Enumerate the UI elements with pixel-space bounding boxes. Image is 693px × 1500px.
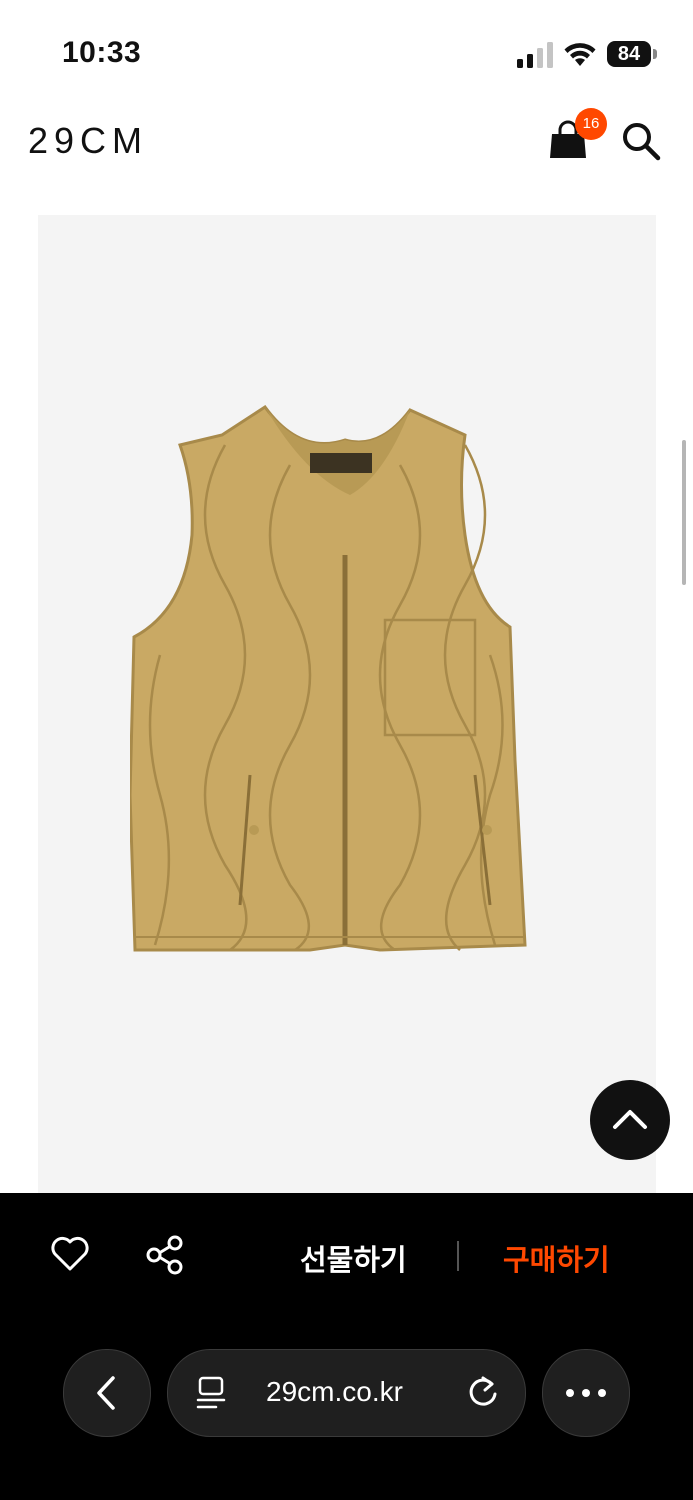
action-divider	[457, 1241, 459, 1271]
battery-level: 84	[607, 41, 651, 67]
scroll-to-top-icon	[613, 1110, 647, 1129]
browser-url-bar[interactable]: 29cm.co.kr	[167, 1349, 526, 1437]
battery-tip	[653, 49, 657, 59]
browser-more-button[interactable]	[542, 1349, 630, 1437]
quilted-vest-image	[130, 405, 527, 952]
search-icon[interactable]	[620, 120, 662, 162]
battery-icon: 84	[607, 41, 657, 67]
gift-button[interactable]: 선물하기	[300, 1237, 407, 1279]
signal-icon	[517, 42, 553, 68]
status-time: 10:33	[62, 36, 142, 69]
site-header: 29CM 16	[0, 100, 693, 185]
more-icon	[566, 1389, 606, 1397]
browser-toolbar: 29cm.co.kr	[0, 1323, 693, 1500]
share-icon[interactable]	[145, 1235, 185, 1275]
browser-url-text[interactable]: 29cm.co.kr	[266, 1376, 403, 1408]
reader-icon[interactable]	[196, 1376, 228, 1410]
product-image[interactable]	[38, 215, 656, 1200]
cart-count-badge: 16	[575, 108, 607, 140]
status-bar: 10:33 84	[0, 0, 693, 100]
wifi-icon	[564, 43, 596, 66]
reload-icon[interactable]	[466, 1374, 500, 1410]
browser-back-button[interactable]	[63, 1349, 151, 1437]
buy-button[interactable]: 구매하기	[503, 1237, 610, 1279]
heart-icon[interactable]	[50, 1236, 90, 1272]
page-scrollbar[interactable]	[682, 440, 686, 585]
back-icon	[97, 1376, 115, 1410]
purchase-action-bar: 선물하기 구매하기	[0, 1193, 693, 1323]
brand-logo[interactable]: 29CM	[28, 120, 148, 162]
scroll-to-top-button[interactable]	[590, 1080, 670, 1160]
